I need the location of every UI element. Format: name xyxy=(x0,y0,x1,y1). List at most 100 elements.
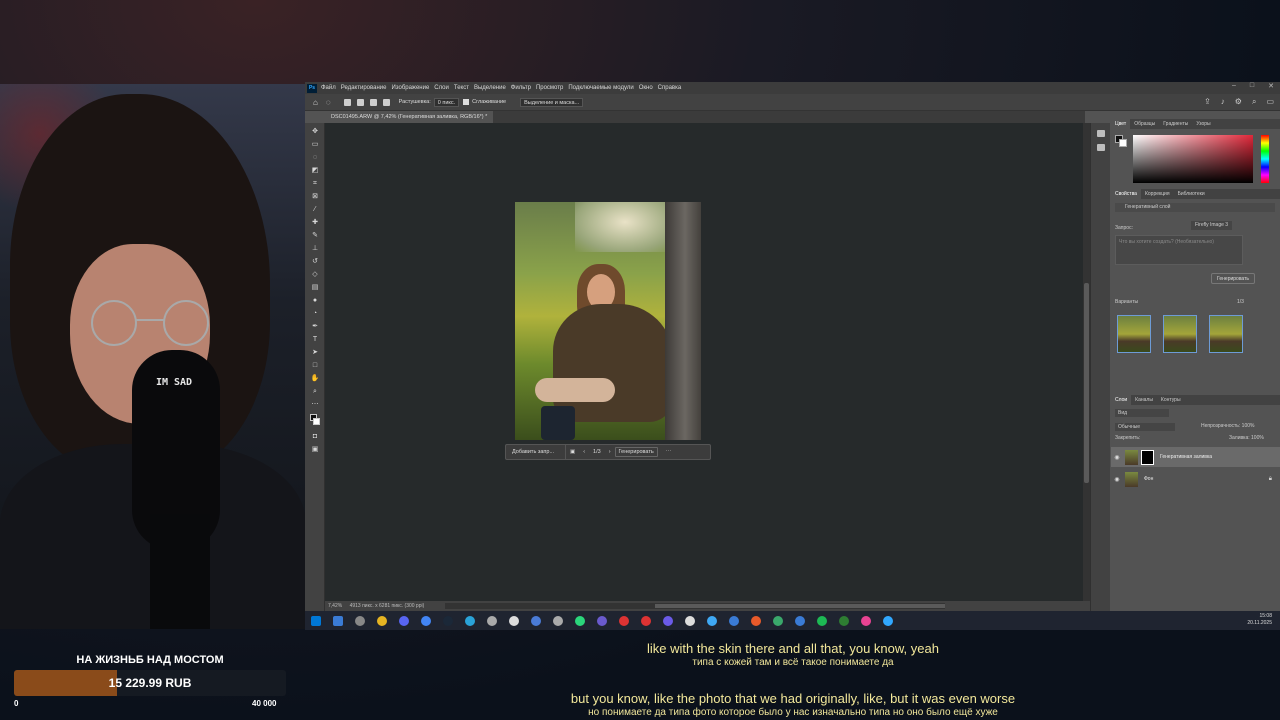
horizontal-scroll-thumb[interactable] xyxy=(655,604,945,608)
taskbar-app-icon[interactable] xyxy=(531,615,541,626)
taskbar-app-icon[interactable] xyxy=(421,615,431,626)
tab-channels[interactable]: Каналы xyxy=(1131,397,1157,403)
pen-tool-icon[interactable]: ✒ xyxy=(310,323,320,331)
start-button-icon[interactable] xyxy=(311,615,321,626)
layer-filter-dropdown[interactable]: Вид xyxy=(1115,409,1169,417)
vertical-scrollbar[interactable] xyxy=(1083,123,1090,601)
menu-edit[interactable]: Редактирование xyxy=(341,85,387,91)
menu-plugins[interactable]: Подключаемые модули xyxy=(568,85,633,91)
tab-patterns[interactable]: Узоры xyxy=(1192,121,1214,127)
menu-filter[interactable]: Фильтр xyxy=(511,85,531,91)
feather-input[interactable]: 0 пикс. xyxy=(433,97,460,107)
tab-gradients[interactable]: Градиенты xyxy=(1159,121,1192,127)
taskbar-app-icon[interactable] xyxy=(839,615,849,626)
dodge-tool-icon[interactable]: ◔ xyxy=(310,310,320,318)
more-options-icon[interactable]: ⋯ xyxy=(666,449,672,455)
opacity-field[interactable]: Непрозрачность: 100% xyxy=(1201,423,1254,429)
close-icon[interactable]: ✕ xyxy=(1268,82,1274,90)
background-color-swatch[interactable] xyxy=(1119,139,1127,147)
contextual-prompt-input[interactable]: Добавить запр... xyxy=(506,445,566,459)
layer-row-generative-fill[interactable]: ◉ Генеративная заливка xyxy=(1111,447,1280,467)
document-tab[interactable]: DSC01495.ARW @ 7,42% (Генеративная залив… xyxy=(325,111,494,123)
blend-mode-dropdown[interactable]: Обычные xyxy=(1115,423,1175,431)
generate-button[interactable]: Генерировать xyxy=(1211,273,1255,284)
healing-brush-icon[interactable]: ✚ xyxy=(310,219,320,227)
history-panel-icon[interactable] xyxy=(1096,130,1105,137)
taskbar-app-icon[interactable] xyxy=(333,615,343,626)
gradient-tool-icon[interactable]: ▤ xyxy=(310,284,320,292)
taskbar-clock[interactable]: 15:08 20.11.2025 xyxy=(1247,613,1272,627)
menu-select[interactable]: Выделение xyxy=(474,85,506,91)
taskbar-app-icon[interactable] xyxy=(729,615,739,626)
menu-view[interactable]: Просмотр xyxy=(536,85,563,91)
taskbar-app-icon[interactable] xyxy=(663,615,673,626)
lasso-icon[interactable]: ◌ xyxy=(326,98,331,107)
visibility-eye-icon[interactable]: ◉ xyxy=(1111,454,1123,461)
tab-color[interactable]: Цвет xyxy=(1111,119,1131,129)
crop-tool-icon[interactable]: ⌗ xyxy=(310,180,320,188)
taskbar-app-icon[interactable] xyxy=(685,615,695,626)
tab-layers[interactable]: Слои xyxy=(1111,395,1132,405)
fill-field[interactable]: Заливка: 100% xyxy=(1229,435,1264,441)
taskbar-app-icon[interactable] xyxy=(355,615,365,626)
share-icon[interactable]: ⇪ xyxy=(1204,97,1211,107)
taskbar-app-icon[interactable] xyxy=(861,615,871,626)
eyedropper-icon[interactable]: ⁄ xyxy=(310,206,320,214)
maximize-icon[interactable]: □ xyxy=(1250,82,1254,90)
taskbar-app-icon[interactable] xyxy=(575,615,585,626)
settings-icon[interactable]: ⚙ xyxy=(1235,97,1242,107)
variant-thumbnail[interactable] xyxy=(1163,315,1197,353)
frame-tool-icon[interactable]: ⊠ xyxy=(310,193,320,201)
bell-icon[interactable]: ♪ xyxy=(1221,97,1225,107)
brush-tool-icon[interactable]: ✎ xyxy=(310,232,320,240)
menu-help[interactable]: Справка xyxy=(658,85,682,91)
taskbar-app-icon[interactable] xyxy=(487,615,497,626)
taskbar-app-icon[interactable] xyxy=(817,615,827,626)
color-picker-field[interactable] xyxy=(1133,135,1253,183)
taskbar-app-icon[interactable] xyxy=(465,615,475,626)
select-and-mask-button[interactable]: Выделение и маска... xyxy=(520,97,584,107)
image-ref-icon[interactable]: ▣ xyxy=(570,449,575,455)
vertical-scroll-thumb[interactable] xyxy=(1084,283,1089,483)
minimize-icon[interactable]: – xyxy=(1232,82,1236,90)
horizontal-scrollbar[interactable] xyxy=(445,603,945,609)
taskbar-app-icon[interactable] xyxy=(883,615,893,626)
variant-thumbnail[interactable] xyxy=(1209,315,1243,353)
taskbar-app-icon[interactable] xyxy=(509,615,519,626)
path-select-icon[interactable]: ➤ xyxy=(310,349,320,357)
canvas-area[interactable]: Добавить запр... ▣ ‹ 1/3 › Генерировать … xyxy=(325,123,1083,601)
subtract-selection-icon[interactable] xyxy=(369,98,377,106)
taskbar-app-icon[interactable] xyxy=(751,615,761,626)
layer-row-background[interactable]: ◉ Фон 🔒︎ xyxy=(1111,469,1280,489)
taskbar-app-icon[interactable] xyxy=(707,615,717,626)
lasso-tool-icon[interactable]: ◌ xyxy=(310,154,320,162)
taskbar-app-icon[interactable] xyxy=(377,615,387,626)
object-select-icon[interactable]: ◩ xyxy=(310,167,320,175)
taskbar-app-icon[interactable] xyxy=(399,615,409,626)
new-selection-icon[interactable] xyxy=(343,98,351,106)
menu-layer[interactable]: Слои xyxy=(434,85,449,91)
menu-image[interactable]: Изображение xyxy=(391,85,429,91)
contextual-generate-button[interactable]: Генерировать xyxy=(614,447,658,457)
workspace-icon[interactable]: ▭ xyxy=(1266,97,1274,107)
tab-paths[interactable]: Контуры xyxy=(1157,397,1185,403)
move-tool-icon[interactable]: ✥ xyxy=(310,128,320,136)
color-swatches-icon[interactable] xyxy=(310,414,320,428)
rectangle-tool-icon[interactable]: □ xyxy=(310,362,320,370)
prev-variant-icon[interactable]: ‹ xyxy=(583,449,585,455)
visibility-eye-icon[interactable]: ◉ xyxy=(1111,476,1123,483)
intersect-selection-icon[interactable] xyxy=(382,98,390,106)
menu-type[interactable]: Текст xyxy=(454,85,469,91)
home-icon[interactable]: ⌂ xyxy=(313,98,318,107)
hue-slider[interactable] xyxy=(1261,135,1269,183)
taskbar-app-icon[interactable] xyxy=(773,615,783,626)
tab-adjustments[interactable]: Коррекция xyxy=(1141,191,1174,197)
menu-file[interactable]: Файл xyxy=(321,85,336,91)
variant-thumbnail[interactable] xyxy=(1117,315,1151,353)
zoom-level[interactable]: 7,42% xyxy=(328,603,342,609)
antialias-checkbox[interactable] xyxy=(463,99,470,105)
model-dropdown[interactable]: Firefly Image 3 xyxy=(1191,221,1233,230)
tab-swatches[interactable]: Образцы xyxy=(1130,121,1159,127)
add-selection-icon[interactable] xyxy=(356,98,364,106)
menu-window[interactable]: Окно xyxy=(639,85,653,91)
